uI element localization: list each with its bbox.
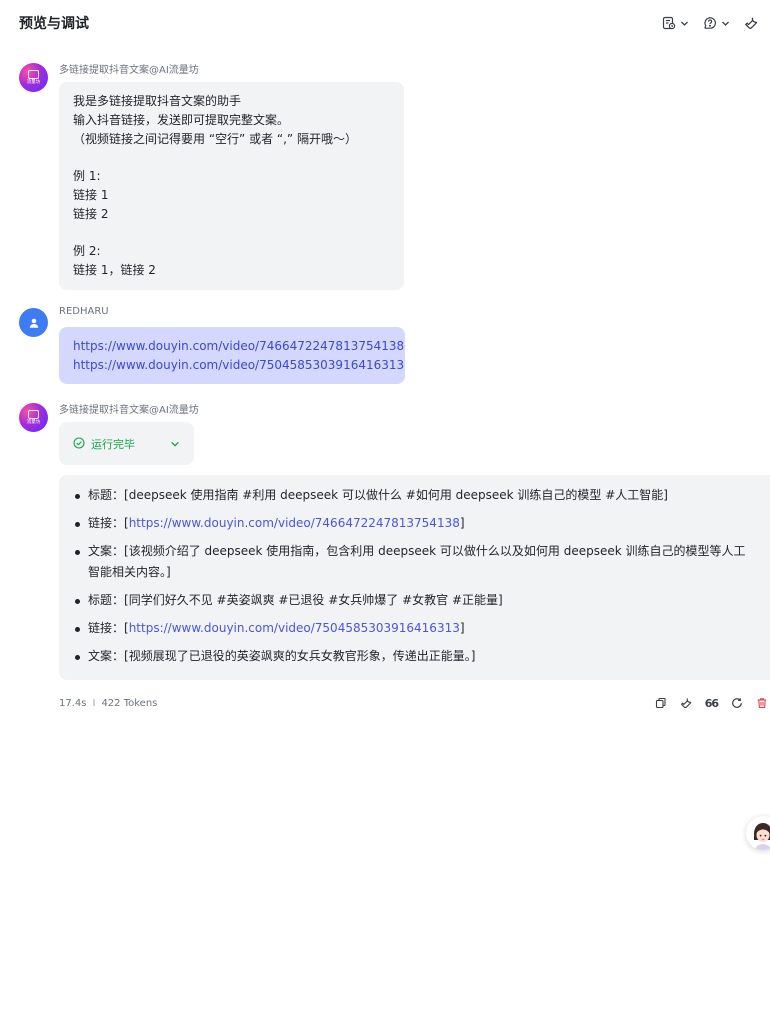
refresh-icon <box>732 698 742 708</box>
message-line: （视频链接之间记得要用 “空行” 或者 “,” 隔开哦～） <box>73 131 357 146</box>
result-link[interactable]: https://www.douyin.com/video/74664722478… <box>129 516 460 530</box>
record-icon <box>662 16 676 30</box>
bot-avatar-label: 流量坊 <box>26 80 41 85</box>
bot-avatar[interactable]: 流量坊 <box>19 403 48 432</box>
run-metrics: 17.4s I 422 Tokens <box>59 698 157 709</box>
delete-button[interactable] <box>756 697 768 709</box>
check-circle-icon <box>73 434 85 453</box>
bot-logo-icon <box>28 70 39 79</box>
list-item: 链接：[https://www.douyin.com/video/7504585… <box>73 618 754 639</box>
copy-button[interactable] <box>655 697 667 709</box>
user-avatar[interactable] <box>19 308 48 337</box>
delete-icon <box>757 698 767 708</box>
message-line <box>73 224 390 243</box>
message-line: 我是多链接提取抖音文案的助手 <box>73 94 242 108</box>
chevron-down-icon <box>721 19 730 28</box>
result-content: 标题：[deepseek 使用指南 #利用 deepseek 可以做什么 #如何… <box>59 475 770 680</box>
message-line: 链接 1，链接 2 <box>73 263 156 278</box>
list-item: 文案：[该视频介绍了 deepseek 使用指南，包含利用 deepseek 可… <box>73 541 754 583</box>
message-bubble: 我是多链接提取抖音文案的助手 输入抖音链接，发送即可提取完整文案。 （视频链接之… <box>59 82 404 290</box>
result-list: 标题：[deepseek 使用指南 #利用 deepseek 可以做什么 #如何… <box>73 485 754 667</box>
sender-name: REDHARU <box>59 306 109 317</box>
message-actions: 66 <box>655 697 770 710</box>
list-item: 标题：[同学们好久不见 #英姿飒爽 #已退役 #女兵帅爆了 #女教官 #正能量] <box>73 590 754 611</box>
chevron-down-icon <box>170 434 180 453</box>
quote-icon: 66 <box>704 696 719 710</box>
chat-page: 预览与调试 流量坊 多链接提取抖音文案@AI流量坊 我是多链接提取抖音文案的助手… <box>0 0 770 1024</box>
wrench-icon <box>744 16 758 30</box>
header: 预览与调试 <box>0 0 770 46</box>
run-status-toggle[interactable]: 运行完毕 <box>59 422 194 465</box>
list-item: 文案：[视频展现了已退役的英姿飒爽的女兵女教官形象，传递出正能量。] <box>73 646 754 667</box>
list-item: 链接：[https://www.douyin.com/video/7466472… <box>73 513 754 534</box>
message-line <box>73 148 390 167</box>
support-dropdown-button[interactable] <box>703 16 730 30</box>
assistant-avatar-button[interactable] <box>746 816 770 850</box>
token-count: 422 Tokens <box>101 697 158 709</box>
message-bubble: https://www.douyin.com/video/74664722478… <box>59 327 405 384</box>
bot-logo-icon <box>28 410 39 419</box>
sender-name: 多链接提取抖音文案@AI流量坊 <box>59 65 199 76</box>
bot-avatar-label: 流量坊 <box>26 420 41 425</box>
copy-icon <box>655 697 666 709</box>
bot-avatar[interactable]: 流量坊 <box>19 63 48 92</box>
message-link[interactable]: https://www.douyin.com/video/74664722478… <box>73 337 404 356</box>
list-item: 标题：[deepseek 使用指南 #利用 deepseek 可以做什么 #如何… <box>73 485 754 506</box>
message-footer: 17.4s I 422 Tokens 66 <box>59 694 770 712</box>
chevron-down-icon <box>680 19 689 28</box>
message-line: 链接 2 <box>73 206 109 221</box>
message-link[interactable]: https://www.douyin.com/video/75045853039… <box>73 356 404 375</box>
elapsed-time: 17.4s <box>59 697 87 709</box>
settings-button[interactable] <box>744 16 758 30</box>
message-line: 例 1: <box>73 169 101 184</box>
sender-name: 多链接提取抖音文案@AI流量坊 <box>59 405 199 416</box>
debug-button[interactable] <box>680 697 692 709</box>
record-dropdown-button[interactable] <box>662 16 689 30</box>
header-actions <box>662 16 758 30</box>
support-icon <box>703 16 717 30</box>
message-line: 输入抖音链接，发送即可提取完整文案。 <box>73 112 290 127</box>
user-icon <box>29 318 38 328</box>
assistant-avatar-icon <box>746 816 770 850</box>
message-line: 例 2: <box>73 244 101 259</box>
result-link[interactable]: https://www.douyin.com/video/75045853039… <box>129 621 460 635</box>
page-title: 预览与调试 <box>19 16 89 32</box>
run-status-text: 运行完毕 <box>91 437 135 451</box>
wrench-icon <box>680 698 691 709</box>
quote-button[interactable]: 66 <box>704 696 719 710</box>
regenerate-button[interactable] <box>731 697 743 709</box>
message-line: 链接 1 <box>73 187 109 202</box>
metrics-separator: I <box>92 697 96 709</box>
